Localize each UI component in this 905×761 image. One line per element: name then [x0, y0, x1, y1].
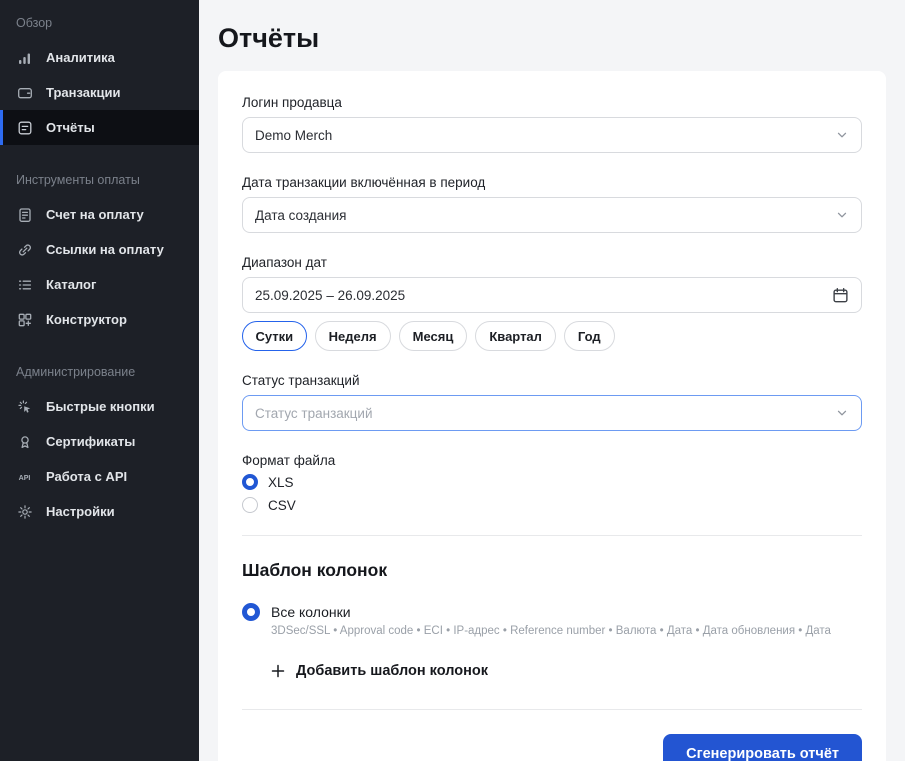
date-type-label: Дата транзакции включённая в период — [242, 175, 486, 190]
report-form-card: Логин продавца Demo Merch Дата транзакци… — [218, 71, 886, 761]
generate-report-button[interactable]: Сгенерировать отчёт — [663, 734, 862, 761]
constructor-icon — [16, 311, 33, 328]
merchant-login-label: Логин продавца — [242, 95, 342, 110]
format-option-label: XLS — [268, 474, 294, 490]
section-label-overview: Обзор — [16, 16, 53, 30]
invoice-icon — [16, 206, 33, 223]
certificates-icon — [16, 433, 33, 450]
sidebar-item-label: Работа с API — [46, 469, 128, 484]
sidebar-item-quick-buttons[interactable]: Быстрые кнопки — [0, 389, 199, 424]
all-columns-texts: Все колонки 3DSec/SSL • Approval code • … — [271, 603, 831, 637]
format-option-csv[interactable]: CSV — [242, 497, 862, 513]
radio-unselected-icon[interactable] — [242, 497, 258, 513]
sidebar-item-label: Отчёты — [46, 120, 95, 135]
reports-icon — [16, 119, 33, 136]
sidebar-item-payment-links[interactable]: Ссылки на оплату — [0, 232, 199, 267]
sidebar-item-label: Конструктор — [46, 312, 127, 327]
sidebar-section-payment-tools: Инструменты оплаты Счет на оплату Ссылки… — [0, 161, 199, 337]
status-label: Статус транзакций — [242, 373, 360, 388]
plus-icon — [270, 663, 286, 679]
period-chip-year[interactable]: Год — [563, 321, 615, 351]
radio-selected-icon[interactable] — [242, 474, 258, 490]
status-group: Статус транзакций Статус транзакций — [242, 373, 862, 431]
columns-template-heading: Шаблон колонок — [242, 560, 388, 580]
sidebar-item-certificates[interactable]: Сертификаты — [0, 424, 199, 459]
app-root: Обзор Аналитика Транзакции Отчёты Инстру… — [0, 0, 905, 761]
file-format-group: Формат файла XLS CSV — [242, 453, 862, 513]
sidebar: Обзор Аналитика Транзакции Отчёты Инстру… — [0, 0, 199, 761]
date-type-group: Дата транзакции включённая в период Дата… — [242, 175, 862, 233]
date-range-input[interactable]: 25.09.2025 – 26.09.2025 — [242, 277, 862, 313]
chevron-down-icon — [835, 406, 849, 420]
chevron-down-icon — [835, 128, 849, 142]
sidebar-item-reports[interactable]: Отчёты — [0, 110, 199, 145]
radio-selected-icon[interactable] — [242, 603, 260, 621]
chevron-down-icon — [835, 208, 849, 222]
all-columns-option[interactable]: Все колонки 3DSec/SSL • Approval code • … — [242, 603, 862, 637]
sidebar-item-label: Транзакции — [46, 85, 121, 100]
sidebar-item-label: Каталог — [46, 277, 97, 292]
date-range-group: Диапазон дат 25.09.2025 – 26.09.2025 Сут… — [242, 255, 862, 351]
page-title: Отчёты — [218, 23, 320, 53]
main-content: Отчёты Логин продавца Demo Merch Дата тр… — [199, 0, 905, 761]
sidebar-item-label: Счет на оплату — [46, 207, 144, 222]
sidebar-item-transactions[interactable]: Транзакции — [0, 75, 199, 110]
period-chip-quarter[interactable]: Квартал — [475, 321, 556, 351]
sidebar-item-label: Настройки — [46, 504, 115, 519]
all-columns-label: Все колонки — [271, 604, 351, 620]
sidebar-item-label: Быстрые кнопки — [46, 399, 155, 414]
form-footer: Сгенерировать отчёт — [242, 734, 862, 761]
date-range-value: 25.09.2025 – 26.09.2025 — [255, 287, 406, 303]
period-chip-day[interactable]: Сутки — [242, 321, 307, 351]
merchant-login-value: Demo Merch — [255, 127, 333, 143]
sidebar-item-invoice[interactable]: Счет на оплату — [0, 197, 199, 232]
sidebar-item-catalog[interactable]: Каталог — [0, 267, 199, 302]
api-icon: API — [16, 468, 33, 485]
catalog-icon — [16, 276, 33, 293]
sidebar-item-api[interactable]: API Работа с API — [0, 459, 199, 494]
merchant-login-select[interactable]: Demo Merch — [242, 117, 862, 153]
date-range-label: Диапазон дат — [242, 255, 327, 270]
section-label-payment-tools: Инструменты оплаты — [16, 173, 140, 187]
merchant-login-group: Логин продавца Demo Merch — [242, 95, 862, 153]
status-placeholder: Статус транзакций — [255, 405, 373, 421]
section-label-administration: Администрирование — [16, 365, 136, 379]
add-columns-template-button[interactable]: Добавить шаблон колонок — [270, 663, 862, 679]
sidebar-item-constructor[interactable]: Конструктор — [0, 302, 199, 337]
analytics-icon — [16, 49, 33, 66]
sidebar-item-analytics[interactable]: Аналитика — [0, 40, 199, 75]
divider — [242, 535, 862, 536]
sidebar-item-settings[interactable]: Настройки — [0, 494, 199, 529]
sidebar-item-label: Ссылки на оплату — [46, 242, 164, 257]
sidebar-item-label: Аналитика — [46, 50, 115, 65]
payment-link-icon — [16, 241, 33, 258]
svg-text:API: API — [19, 473, 31, 481]
period-chip-month[interactable]: Месяц — [398, 321, 468, 351]
period-presets: Сутки Неделя Месяц Квартал Год — [242, 321, 862, 351]
sidebar-section-overview: Обзор Аналитика Транзакции Отчёты — [0, 4, 199, 145]
period-chip-week[interactable]: Неделя — [314, 321, 391, 351]
file-format-label: Формат файла — [242, 453, 336, 468]
status-select[interactable]: Статус транзакций — [242, 395, 862, 431]
calendar-icon[interactable] — [832, 287, 849, 304]
format-option-xls[interactable]: XLS — [242, 474, 862, 490]
sidebar-item-label: Сертификаты — [46, 434, 136, 449]
settings-icon — [16, 503, 33, 520]
date-type-select[interactable]: Дата создания — [242, 197, 862, 233]
quick-buttons-icon — [16, 398, 33, 415]
columns-preview: 3DSec/SSL • Approval code • ECI • IP-адр… — [271, 625, 831, 637]
format-option-label: CSV — [268, 497, 296, 513]
transactions-icon — [16, 84, 33, 101]
date-type-value: Дата создания — [255, 207, 347, 223]
sidebar-section-administration: Администрирование Быстрые кнопки Сертифи… — [0, 353, 199, 529]
divider — [242, 709, 862, 710]
add-columns-template-label: Добавить шаблон колонок — [296, 663, 488, 679]
